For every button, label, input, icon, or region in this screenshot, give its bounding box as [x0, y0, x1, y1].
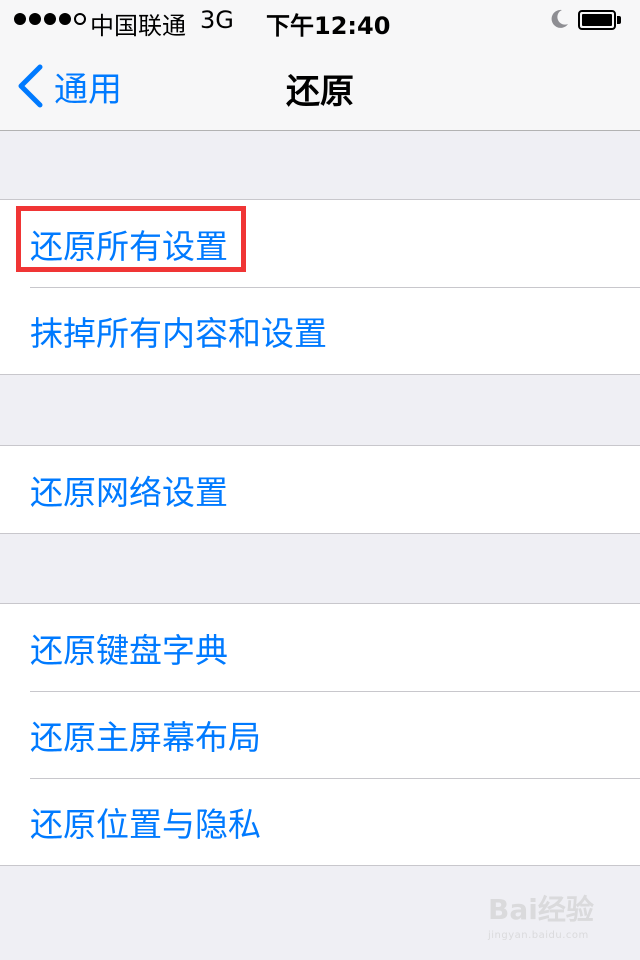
moon-icon — [551, 9, 568, 28]
signal-dot — [44, 13, 56, 25]
reset-group-2: 还原网络设置 — [0, 445, 640, 534]
battery-icon — [578, 10, 622, 30]
reset-all-settings-item[interactable]: 还原所有设置 — [0, 200, 640, 287]
signal-dot — [59, 13, 71, 25]
carrier-name: 中国联通 — [90, 12, 186, 40]
signal-dot — [14, 13, 26, 25]
reset-home-screen-layout-item[interactable]: 还原主屏幕布局 — [0, 691, 640, 778]
erase-all-content-item[interactable]: 抹掉所有内容和设置 — [0, 287, 640, 374]
network-type: 3G — [200, 6, 234, 34]
signal-dot-empty — [74, 13, 86, 25]
reset-group-3: 还原键盘字典 还原主屏幕布局 还原位置与隐私 — [0, 603, 640, 866]
status-bar: 中国联通 3G 下午12:40 — [0, 0, 640, 42]
signal-dot — [29, 13, 41, 25]
page-title: 还原 — [286, 72, 354, 112]
list-item-label: 还原所有设置 — [30, 226, 228, 266]
list-item-label: 还原位置与隐私 — [30, 804, 261, 844]
status-time: 下午12:40 — [266, 12, 391, 40]
reset-location-privacy-item[interactable]: 还原位置与隐私 — [0, 778, 640, 865]
list-item-label: 还原主屏幕布局 — [30, 717, 261, 757]
reset-group-1: 还原所有设置 抹掉所有内容和设置 — [0, 199, 640, 375]
watermark-text: Bai经验 — [488, 893, 594, 926]
reset-keyboard-dictionary-item[interactable]: 还原键盘字典 — [0, 604, 640, 691]
list-item-label: 还原网络设置 — [30, 472, 228, 512]
list-item-label: 抹掉所有内容和设置 — [30, 313, 327, 353]
list-item-label: 还原键盘字典 — [30, 630, 228, 670]
signal-strength-icon — [14, 13, 86, 25]
reset-network-settings-item[interactable]: 还原网络设置 — [0, 446, 640, 533]
navigation-bar: 通用 还原 — [0, 42, 640, 131]
watermark: Bai经验 jingyan.baidu.com — [488, 888, 628, 952]
watermark-subtext: jingyan.baidu.com — [488, 930, 589, 941]
